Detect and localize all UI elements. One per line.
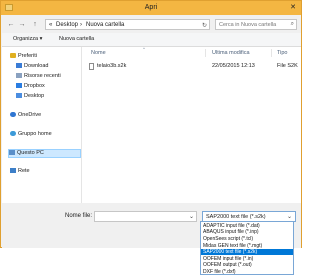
column-header-name[interactable]: Nome <box>91 50 106 56</box>
column-divider[interactable] <box>271 49 272 57</box>
breadcrumb-desktop[interactable]: Desktop <box>56 22 78 28</box>
back-arrow-icon[interactable]: ← <box>7 20 15 29</box>
filetype-option-selected[interactable]: SAP2000 text file (*.s2k) <box>201 249 293 255</box>
homegroup-icon <box>10 131 16 136</box>
filetype-option[interactable]: OpenSees script (*.tcl) <box>201 236 293 242</box>
nav-favorites[interactable]: Preferiti <box>10 53 37 62</box>
star-icon <box>10 53 16 58</box>
file-list: ^ Nome Ultima modifica Tipo telaio3b.s2k… <box>83 46 301 204</box>
filetype-option[interactable]: ABAQUS input file (*.inp) <box>201 229 293 235</box>
refresh-icon[interactable]: ↻ <box>202 22 207 29</box>
filetype-option[interactable]: OOFEM output (*.out) <box>201 262 293 268</box>
file-modified: 22/05/2015 12:13 <box>212 63 255 69</box>
nav-homegroup[interactable]: Gruppo home <box>10 131 52 140</box>
nav-network[interactable]: Rete <box>10 168 30 177</box>
dropbox-icon <box>16 83 22 88</box>
open-dialog: Apri ✕ ← → ↑ « Desktop › Nuova cartella … <box>0 0 302 248</box>
search-icon[interactable]: ⌕ <box>291 21 294 28</box>
path-overflow-icon[interactable]: « <box>49 22 52 28</box>
navigation-pane: Preferiti Download Risorse recenti Dropb… <box>2 47 82 204</box>
column-header-type[interactable]: Tipo <box>277 50 288 56</box>
chevron-down-icon[interactable]: ⌄ <box>287 213 292 220</box>
nav-item-desktop[interactable]: Desktop <box>16 93 44 102</box>
organize-button[interactable]: Organizza ▾ <box>13 36 42 42</box>
chevron-down-icon[interactable]: ⌄ <box>189 213 194 220</box>
filename-field[interactable]: ⌄ <box>94 211 197 222</box>
nav-item-download[interactable]: Download <box>16 63 48 72</box>
column-header-modified[interactable]: Ultima modifica <box>212 50 250 56</box>
nav-item-recent[interactable]: Risorse recenti <box>16 73 61 82</box>
file-row[interactable]: telaio3b.s2k 22/05/2015 12:13 File S2K <box>83 62 301 71</box>
file-name: telaio3b.s2k <box>97 63 127 69</box>
sort-indicator-icon: ^ <box>143 46 145 51</box>
search-input[interactable] <box>219 21 287 29</box>
nav-onedrive[interactable]: OneDrive <box>10 112 41 121</box>
nav-item-dropbox[interactable]: Dropbox <box>16 83 45 92</box>
filename-label: Nome file: <box>65 213 93 219</box>
breadcrumb-nuova-cartella[interactable]: Nuova cartella <box>86 22 124 28</box>
file-type: File S2K <box>277 63 298 69</box>
file-icon <box>89 63 94 70</box>
breadcrumb-separator-icon: › <box>80 22 82 28</box>
network-icon <box>10 168 16 173</box>
column-divider[interactable] <box>205 49 206 57</box>
desktop-icon <box>16 93 22 98</box>
window-title: Apri <box>144 4 158 11</box>
title-bar[interactable]: Apri ✕ <box>1 1 301 15</box>
filetype-option[interactable]: DXF file (*.dxf) <box>201 269 293 275</box>
cloud-icon <box>10 112 16 117</box>
up-arrow-icon[interactable]: ↑ <box>31 20 39 29</box>
download-icon <box>16 63 22 68</box>
forward-arrow-icon[interactable]: → <box>18 20 26 29</box>
path-box[interactable]: « Desktop › Nuova cartella ↻ <box>45 19 210 30</box>
horizontal-scrollbar[interactable] <box>2 203 301 211</box>
content-area: Preferiti Download Risorse recenti Dropb… <box>2 46 301 204</box>
new-folder-button[interactable]: Nuova cartella <box>59 36 94 42</box>
search-box[interactable]: ⌕ <box>215 19 297 30</box>
computer-icon <box>9 150 15 155</box>
filetype-dropdown-list: ADAPTIC input file (*.dat) ABAQUS input … <box>200 221 294 275</box>
close-button[interactable]: ✕ <box>289 4 297 12</box>
toolbar: Organizza ▾ Nuova cartella <box>2 33 301 46</box>
filetype-selected: SAP2000 text file (*.s2k) <box>206 214 266 220</box>
recent-places-icon <box>16 73 22 78</box>
nav-this-pc[interactable]: Questo PC <box>8 149 81 158</box>
address-bar: ← → ↑ « Desktop › Nuova cartella ↻ ⌕ <box>7 19 297 30</box>
